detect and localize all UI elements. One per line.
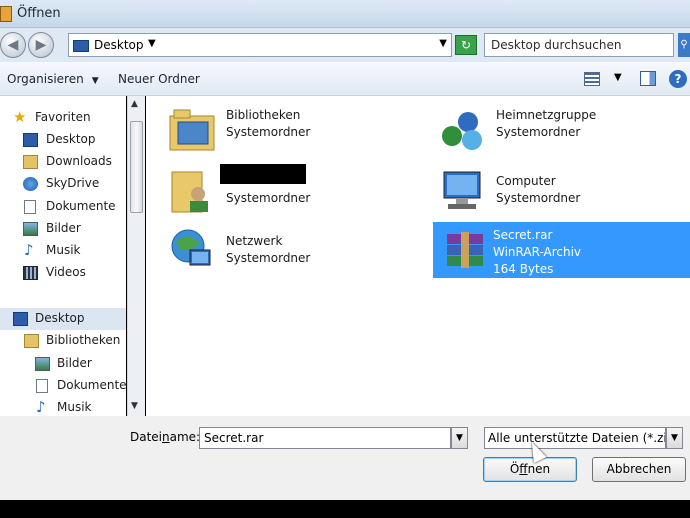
- window-title: Öffnen: [17, 6, 61, 21]
- breadcrumb-chevron-down-icon[interactable]: ▼: [148, 38, 156, 49]
- network-icon: [168, 226, 216, 274]
- sidebar-item-skydrive[interactable]: SkyDrive: [0, 173, 126, 195]
- star-icon: ★: [13, 108, 27, 126]
- search-placeholder: Desktop durchsuchen: [491, 38, 622, 52]
- file-item-secret-rar[interactable]: Secret.rar WinRAR-Archiv 164 Bytes: [433, 222, 690, 278]
- change-view-icon[interactable]: [584, 72, 600, 86]
- search-input[interactable]: Desktop durchsuchen: [484, 33, 674, 57]
- scrollbar-thumb[interactable]: [130, 121, 143, 213]
- filename-input[interactable]: Secret.rar: [199, 427, 451, 449]
- sidebar-item-bilder-lib[interactable]: Bilder: [0, 353, 126, 375]
- desktop-icon: [73, 40, 89, 52]
- sidebar-item-desktop-root[interactable]: Desktop: [0, 308, 126, 330]
- sidebar-scrollbar[interactable]: ▲ ▼: [127, 96, 145, 416]
- file-item-computer[interactable]: Computer Systemordner: [416, 162, 671, 218]
- sidebar-item-desktop[interactable]: Desktop: [0, 129, 126, 151]
- file-type-select[interactable]: Alle unterstützte Dateien (*.zip;*: [484, 427, 666, 449]
- file-item-bibliotheken[interactable]: Bibliotheken Systemordner: [146, 102, 401, 158]
- sidebar-item-videos[interactable]: Videos: [0, 262, 126, 284]
- navigation-bar: ◀ ▶ Desktop ▼ ▼ ↻ Desktop durchsuchen ⚲: [0, 28, 690, 62]
- chevron-down-icon: ▼: [91, 76, 99, 86]
- computer-icon: [438, 166, 486, 214]
- navigation-pane: ★ Favoriten Desktop Downloads SkyDrive D…: [0, 96, 126, 416]
- libraries-folder-icon: [168, 106, 216, 154]
- documents-icon: [36, 379, 48, 393]
- sidebar-item-bilder[interactable]: Bilder: [0, 218, 126, 240]
- address-text: Desktop: [94, 38, 144, 52]
- libraries-icon: [24, 334, 39, 348]
- sidebar-item-musik-lib[interactable]: ♪ Musik: [0, 397, 126, 416]
- file-item-user-folder[interactable]: Systemordner: [146, 162, 401, 218]
- pictures-icon: [35, 357, 50, 371]
- refresh-button[interactable]: ↻: [455, 35, 477, 55]
- search-icon[interactable]: ⚲: [678, 33, 690, 57]
- sidebar-item-dokumente-lib[interactable]: Dokumente: [0, 375, 126, 397]
- scroll-down-icon[interactable]: ▼: [131, 401, 138, 411]
- file-item-heimnetzgruppe[interactable]: Heimnetzgruppe Systemordner: [416, 102, 671, 158]
- address-bar[interactable]: Desktop ▼ ▼: [68, 33, 452, 57]
- sidebar-item-downloads[interactable]: Downloads: [0, 151, 126, 173]
- desktop-icon: [13, 312, 28, 326]
- forward-button[interactable]: ▶: [28, 32, 54, 58]
- filename-dropdown-icon[interactable]: ▼: [451, 427, 468, 449]
- open-button[interactable]: Öffnen: [483, 457, 577, 482]
- file-type-dropdown-icon[interactable]: ▼: [666, 427, 683, 449]
- organize-menu[interactable]: Organisieren ▼: [7, 72, 99, 86]
- dialog-footer: Dateiname: Secret.rar ▼ Alle unterstützt…: [0, 416, 690, 500]
- sidebar-item-favoriten[interactable]: ★ Favoriten: [0, 107, 126, 129]
- sidebar-item-musik[interactable]: ♪ Musik: [0, 240, 126, 262]
- command-bar: Organisieren ▼ Neuer Ordner ▼ ?: [0, 62, 690, 96]
- screen-bottom-edge: [0, 500, 690, 518]
- title-bar: Öffnen: [0, 0, 690, 28]
- address-history-dropdown-icon[interactable]: ▼: [439, 38, 447, 49]
- pictures-icon: [23, 222, 38, 236]
- new-folder-button[interactable]: Neuer Ordner: [118, 72, 200, 86]
- music-icon: ♪: [24, 241, 34, 259]
- user-folder-icon: [168, 166, 216, 214]
- documents-icon: [24, 200, 36, 214]
- music-icon: ♪: [36, 398, 46, 416]
- preview-pane-icon[interactable]: [640, 71, 656, 86]
- back-button[interactable]: ◀: [0, 32, 26, 58]
- sidebar-item-dokumente[interactable]: Dokumente: [0, 196, 126, 218]
- app-icon: [0, 6, 12, 22]
- videos-icon: [23, 266, 38, 280]
- skydrive-icon: [23, 177, 38, 191]
- winrar-archive-icon: [441, 226, 489, 274]
- homegroup-icon: [438, 106, 486, 154]
- filename-label: Dateiname:: [130, 430, 201, 444]
- help-icon[interactable]: ?: [669, 70, 687, 88]
- sidebar-item-bibliotheken[interactable]: Bibliotheken: [0, 330, 126, 352]
- desktop-icon: [23, 133, 38, 147]
- cancel-button[interactable]: Abbrechen: [592, 457, 686, 482]
- file-list: Bibliotheken Systemordner Heimnetzgruppe…: [146, 96, 690, 416]
- scroll-up-icon[interactable]: ▲: [131, 99, 138, 109]
- file-item-netzwerk[interactable]: Netzwerk Systemordner: [146, 222, 401, 278]
- downloads-folder-icon: [23, 155, 38, 169]
- redacted-name: [220, 164, 306, 184]
- views-dropdown-icon[interactable]: ▼: [614, 72, 622, 83]
